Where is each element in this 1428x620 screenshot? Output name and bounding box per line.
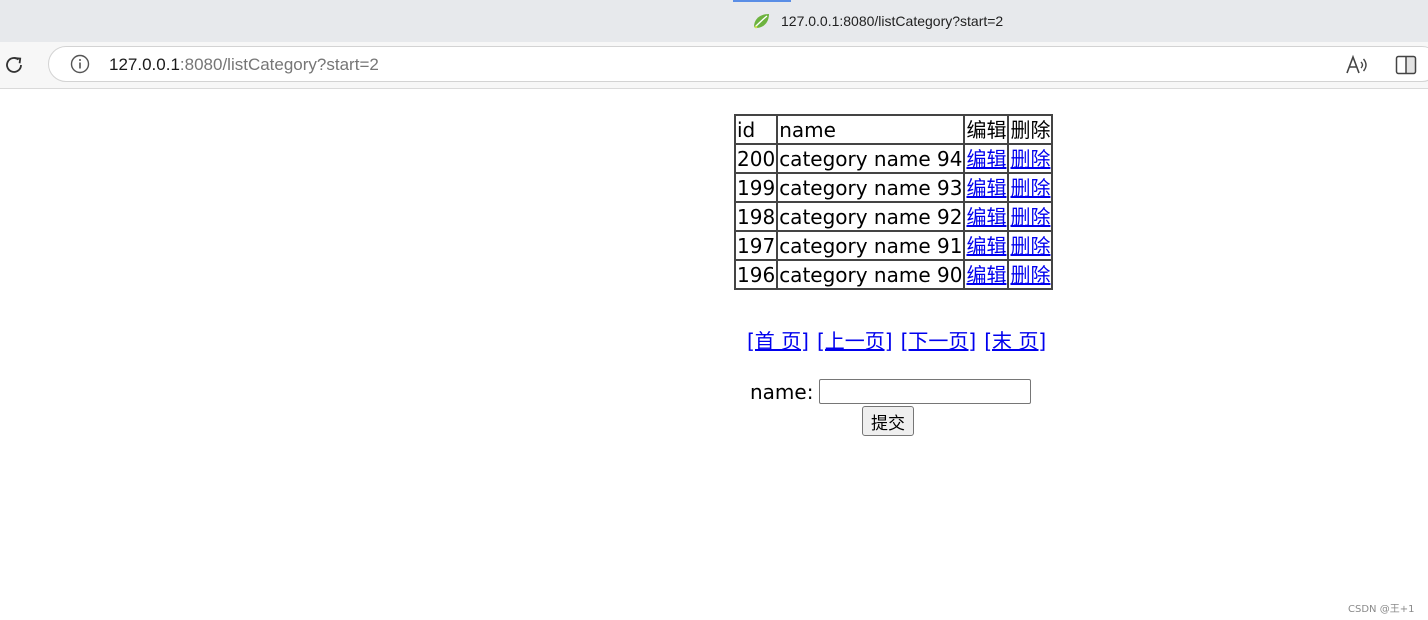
url-host: 127.0.0.1 bbox=[109, 55, 180, 74]
read-aloud-icon[interactable] bbox=[1345, 54, 1369, 76]
header-delete: 删除 bbox=[1007, 114, 1054, 145]
browser-toolbar: 127.0.0.1:8080/listCategory?start=2 bbox=[0, 42, 1428, 89]
watermark: CSDN @王+1 bbox=[1348, 604, 1415, 615]
header-name: name bbox=[776, 114, 966, 145]
cell-edit: 编辑 bbox=[963, 230, 1010, 261]
address-bar[interactable]: 127.0.0.1:8080/listCategory?start=2 bbox=[48, 46, 1428, 82]
header-edit: 编辑 bbox=[963, 114, 1010, 145]
cell-delete: 删除 bbox=[1007, 230, 1054, 261]
cell-name: category name 93 bbox=[776, 172, 966, 203]
table-row: 197 category name 91 编辑 删除 bbox=[733, 230, 1054, 261]
header-id: id bbox=[733, 114, 779, 145]
reload-button[interactable] bbox=[0, 51, 28, 79]
cell-id: 199 bbox=[733, 172, 779, 203]
delete-link[interactable]: 删除 bbox=[1010, 263, 1050, 287]
page-content: id name 编辑 删除 200 category name 94 编辑 删除… bbox=[0, 89, 1428, 620]
cell-edit: 编辑 bbox=[963, 201, 1010, 232]
edit-link[interactable]: 编辑 bbox=[966, 263, 1006, 287]
cell-delete: 删除 bbox=[1007, 201, 1054, 232]
split-screen-icon[interactable] bbox=[1395, 55, 1417, 75]
url-text[interactable]: 127.0.0.1:8080/listCategory?start=2 bbox=[109, 55, 379, 75]
cell-name: category name 94 bbox=[776, 143, 966, 174]
cell-id: 196 bbox=[733, 259, 779, 290]
edit-link[interactable]: 编辑 bbox=[966, 205, 1006, 229]
reload-icon bbox=[6, 57, 22, 73]
cell-edit: 编辑 bbox=[963, 172, 1010, 203]
table-row: 198 category name 92 编辑 删除 bbox=[733, 201, 1054, 232]
cell-delete: 删除 bbox=[1007, 259, 1054, 290]
tab-title: 127.0.0.1:8080/listCategory?start=2 bbox=[781, 13, 1004, 29]
prev-page-link[interactable]: [上一页] bbox=[817, 329, 893, 353]
url-path: :8080/listCategory?start=2 bbox=[179, 55, 379, 74]
first-page-link[interactable]: [首 页] bbox=[747, 329, 809, 353]
edit-link[interactable]: 编辑 bbox=[966, 147, 1006, 171]
category-table: id name 编辑 删除 200 category name 94 编辑 删除… bbox=[733, 114, 1054, 290]
cell-id: 197 bbox=[733, 230, 779, 261]
cell-delete: 删除 bbox=[1007, 172, 1054, 203]
add-category-form: name: bbox=[750, 379, 1032, 404]
cell-name: category name 90 bbox=[776, 259, 966, 290]
name-input[interactable] bbox=[819, 379, 1032, 404]
table-header-row: id name 编辑 删除 bbox=[733, 114, 1054, 145]
submit-button[interactable]: 提交 bbox=[862, 406, 914, 436]
cell-edit: 编辑 bbox=[963, 259, 1010, 290]
name-label: name: bbox=[750, 379, 814, 404]
pagination: [首 页] [上一页] [下一页] [末 页] bbox=[747, 325, 1054, 354]
table-row: 200 category name 94 编辑 删除 bbox=[733, 143, 1054, 174]
spring-leaf-icon bbox=[754, 14, 769, 29]
browser-tab[interactable]: 127.0.0.1:8080/listCategory?start=2 bbox=[750, 10, 1003, 32]
info-icon[interactable] bbox=[70, 54, 90, 74]
edit-link[interactable]: 编辑 bbox=[966, 176, 1006, 200]
delete-link[interactable]: 删除 bbox=[1010, 234, 1050, 258]
delete-link[interactable]: 删除 bbox=[1010, 205, 1050, 229]
cell-edit: 编辑 bbox=[963, 143, 1010, 174]
tab-indicator bbox=[733, 0, 791, 2]
last-page-link[interactable]: [末 页] bbox=[984, 329, 1046, 353]
tab-strip: 127.0.0.1:8080/listCategory?start=2 bbox=[0, 0, 1428, 42]
delete-link[interactable]: 删除 bbox=[1010, 147, 1050, 171]
cell-id: 198 bbox=[733, 201, 779, 232]
cell-delete: 删除 bbox=[1007, 143, 1054, 174]
table-row: 199 category name 93 编辑 删除 bbox=[733, 172, 1054, 203]
next-page-link[interactable]: [下一页] bbox=[901, 329, 977, 353]
cell-id: 200 bbox=[733, 143, 779, 174]
cell-name: category name 92 bbox=[776, 201, 966, 232]
table-row: 196 category name 90 编辑 删除 bbox=[733, 259, 1054, 290]
edit-link[interactable]: 编辑 bbox=[966, 234, 1006, 258]
delete-link[interactable]: 删除 bbox=[1010, 176, 1050, 200]
cell-name: category name 91 bbox=[776, 230, 966, 261]
